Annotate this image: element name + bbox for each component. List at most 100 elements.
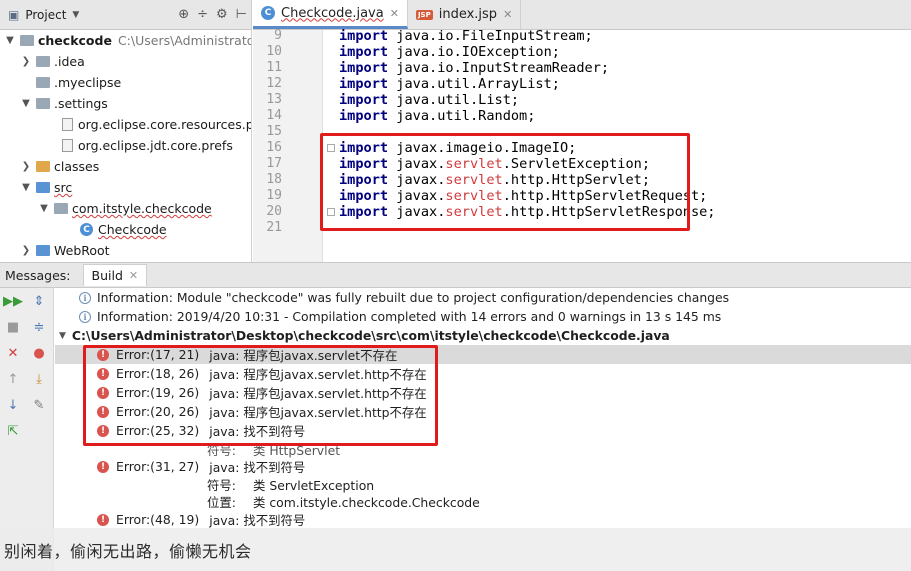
chevron-right-icon[interactable]: ❯ [20,245,32,256]
gear-icon[interactable]: ⚙ [216,7,228,22]
target-icon[interactable]: ⊕ [178,7,189,22]
rerun-icon[interactable]: ▶▶ [3,292,23,310]
code-line[interactable]: import javax.servlet.http.HttpServlet; [339,172,650,188]
line-number: 16 [266,140,282,155]
tree-item-checkcode-class[interactable]: C Checkcode [0,219,167,240]
tree-item-jdt-core-prefs[interactable]: org.eclipse.jdt.core.prefs [0,135,233,156]
folder-icon [20,35,34,46]
code-text: javax. [396,156,446,172]
error-text: java: 找不到符号 [209,423,306,439]
code-text: .http.HttpServlet; [502,172,651,188]
error-icon: ! [97,424,109,437]
tab-build[interactable]: Build ✕ [82,264,148,286]
list-item[interactable]: i Information: 2019/4/20 10:31 - Compila… [55,307,911,326]
close-icon[interactable]: ✕ [4,344,22,362]
tree-item-myeclipse[interactable]: .myeclipse [0,72,121,93]
detail-value: 类 ServletException [253,478,375,493]
tab-checkcode-java[interactable]: C Checkcode.java ✕ [253,0,408,29]
list-item-error[interactable]: ! Error:(25, 32) java: 找不到符号 [55,421,911,440]
error-detail: 位置: 类 com.itstyle.checkcode.Checkcode [207,493,480,511]
hide-panel-icon[interactable]: ⊢ [236,7,247,22]
project-panel-header: ▣ Project ▼ ⊕ ÷ ⚙ ⊢ [0,0,251,30]
code-line[interactable]: import java.util.Random; [339,108,535,124]
code-line[interactable]: import javax.imageio.ImageIO; [339,140,576,156]
list-item-error[interactable]: ! Error:(17, 21) java: 程序包javax.servlet不… [55,345,911,364]
expand-all-icon[interactable]: ⇕ [30,292,48,310]
source-folder-icon [36,182,50,193]
code-line[interactable]: import java.util.List; [339,92,519,108]
info-icon: i [79,291,91,304]
code-line[interactable]: import javax.servlet.http.HttpServletRes… [339,204,716,220]
code-line[interactable]: import java.util.ArrayList; [339,76,560,92]
tree-item-webroot[interactable]: ❯ WebRoot [0,240,110,261]
arrow-up-icon[interactable]: ↑ [4,370,22,388]
code-text: .http.HttpServletRequest; [502,188,708,204]
error-text: java: 找不到符号 [209,512,306,528]
export-icon[interactable]: ⤓ [30,370,48,388]
error-icon: ! [97,348,109,361]
tree-item-label: .myeclipse [54,75,122,90]
chevron-down-icon[interactable]: ▼ [72,10,79,20]
error-filter-icon[interactable]: ● [30,344,48,362]
line-number: 17 [266,156,282,171]
jump-to-source-icon[interactable]: ⇱ [4,422,22,440]
list-item-error[interactable]: ! Error:(18, 26) java: 程序包javax.servlet.… [55,364,911,383]
list-item-error[interactable]: ! Error:(20, 26) java: 程序包javax.servlet.… [55,402,911,421]
error-location: Error:(31, 27) [116,459,200,474]
error-location: Error:(20, 26) [116,404,200,419]
list-item-error[interactable]: ! Error:(31, 27) java: 找不到符号 [55,457,911,476]
code-text: .ServletException; [502,156,651,172]
stop-icon[interactable]: ■ [4,318,22,336]
tree-item-settings[interactable]: ▼ .settings [0,93,108,114]
line-number: 10 [266,44,282,59]
code-line[interactable]: import java.io.IOException; [339,44,560,60]
tree-item-core-resources-prefs[interactable]: org.eclipse.core.resources.pre [0,114,251,135]
tree-item-path: C:\Users\Administrator\D [117,33,251,48]
wrench-icon[interactable]: ✎ [30,396,48,414]
chevron-right-icon[interactable]: ❯ [20,56,32,67]
file-icon [62,118,73,131]
collapse-all-icon[interactable]: ≑ [30,318,48,336]
project-panel-title[interactable]: Project [25,8,66,22]
tree-item-checkcode[interactable]: ▼ checkcode C:\Users\Administrator\D [0,30,251,51]
tab-index-jsp[interactable]: JSP index.jsp ✕ [408,0,522,29]
close-icon[interactable]: ✕ [390,7,399,20]
chevron-right-icon[interactable]: ❯ [20,161,32,172]
package-icon [54,203,68,214]
class-icon: C [261,6,275,20]
tree-item-package[interactable]: ▼ com.itstyle.checkcode [0,198,212,219]
keyword-import: import [339,188,389,204]
chevron-down-icon[interactable]: ▼ [59,331,66,341]
code-line[interactable]: import java.io.FileInputStream; [339,28,593,44]
watermark-text: 别闲着，偷闲无出路，偷懒无机会 [4,541,252,561]
list-item-error[interactable]: ! Error:(19, 26) java: 程序包javax.servlet.… [55,383,911,402]
folder-icon [36,77,50,88]
tree-item-label: .idea [54,54,85,69]
code-text: .http.HttpServletResponse; [502,204,716,220]
chevron-down-icon[interactable]: ▼ [20,182,32,193]
tree-item-label: WebRoot [54,243,110,258]
close-icon[interactable]: ✕ [503,8,512,21]
chevron-down-icon[interactable]: ▼ [4,35,16,46]
tree-item-classes[interactable]: ❯ classes [0,156,99,177]
code-line[interactable]: import javax.servlet.http.HttpServletReq… [339,188,707,204]
tree-item-idea[interactable]: ❯ .idea [0,51,85,72]
fold-marker-icon[interactable] [327,144,335,152]
error-text: java: 找不到符号 [209,459,306,475]
list-item-error[interactable]: ! Error:(48, 19) java: 找不到符号 [55,510,911,529]
fold-marker-icon[interactable] [327,208,335,216]
error-location: Error:(17, 21) [116,347,200,362]
chevron-down-icon[interactable]: ▼ [38,203,50,214]
file-node[interactable]: ▼ C:\Users\Administrator\Desktop\checkco… [55,326,911,345]
tree-item-src[interactable]: ▼ src [0,177,72,198]
line-number: 20 [266,204,282,219]
code-line[interactable]: import javax.servlet.ServletException; [339,156,650,172]
code-line[interactable]: import java.io.InputStreamReader; [339,60,609,76]
chevron-down-icon[interactable]: ▼ [20,98,32,109]
line-number: 15 [266,124,282,139]
arrow-down-icon[interactable]: ↓ [4,396,22,414]
collapse-all-icon[interactable]: ÷ [197,7,208,22]
list-item[interactable]: i Information: Module "checkcode" was fu… [55,288,911,307]
close-icon[interactable]: ✕ [129,269,138,282]
error-text: java: 程序包javax.servlet不存在 [209,347,398,363]
